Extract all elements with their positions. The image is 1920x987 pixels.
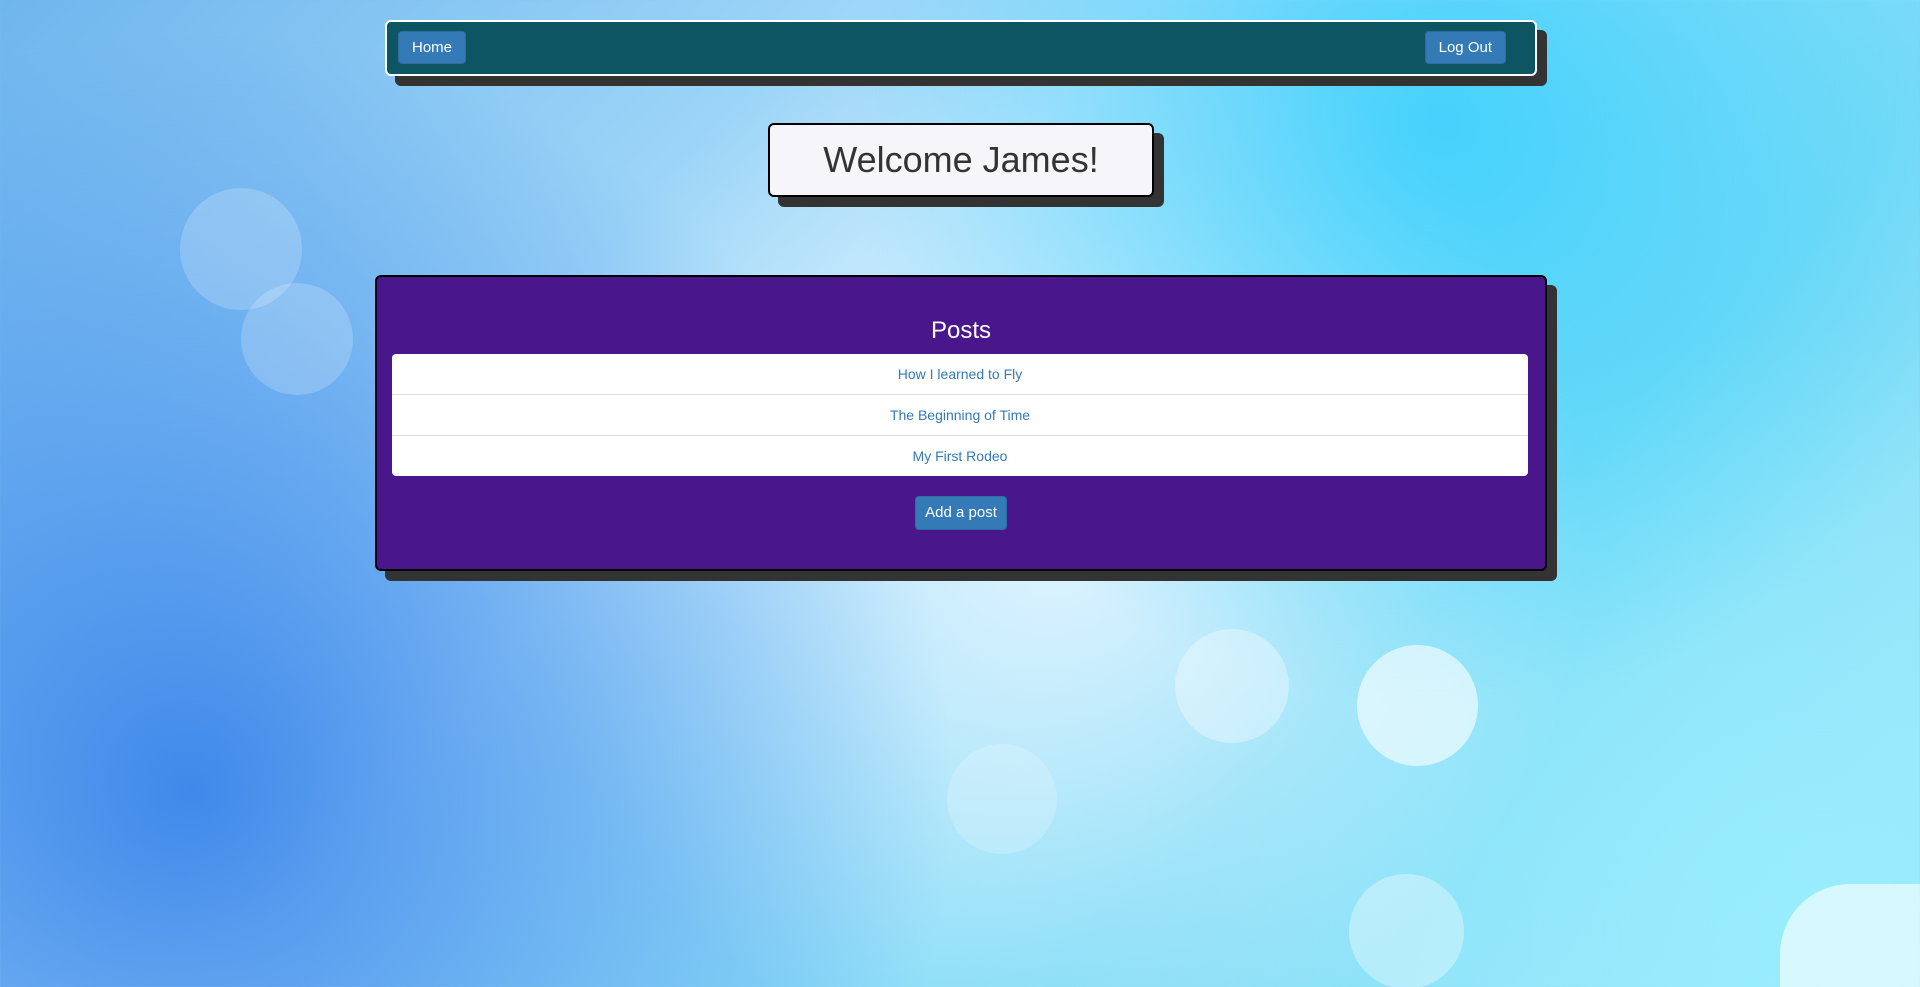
add-post-button[interactable]: Add a post	[915, 496, 1007, 530]
post-link[interactable]: How I learned to Fly	[392, 354, 1528, 395]
bokeh-circle	[1175, 629, 1289, 743]
posts-panel: Posts How I learned to Fly The Beginning…	[375, 275, 1547, 571]
navbar: Home Log Out	[385, 20, 1537, 76]
bokeh-circle	[1780, 884, 1920, 987]
posts-title: Posts	[930, 317, 992, 344]
bokeh-circle	[241, 283, 353, 395]
welcome-text: Welcome James!	[823, 139, 1099, 180]
bokeh-circle	[947, 744, 1057, 854]
logout-button[interactable]: Log Out	[1424, 31, 1506, 64]
bokeh-circle	[180, 188, 302, 310]
welcome-banner: Welcome James!	[768, 123, 1154, 197]
bokeh-circle	[1357, 645, 1478, 766]
bokeh-circle	[1349, 874, 1464, 987]
post-link[interactable]: The Beginning of Time	[392, 395, 1528, 436]
home-button[interactable]: Home	[398, 31, 467, 64]
post-list: How I learned to Fly The Beginning of Ti…	[392, 354, 1528, 476]
post-link[interactable]: My First Rodeo	[392, 436, 1528, 476]
